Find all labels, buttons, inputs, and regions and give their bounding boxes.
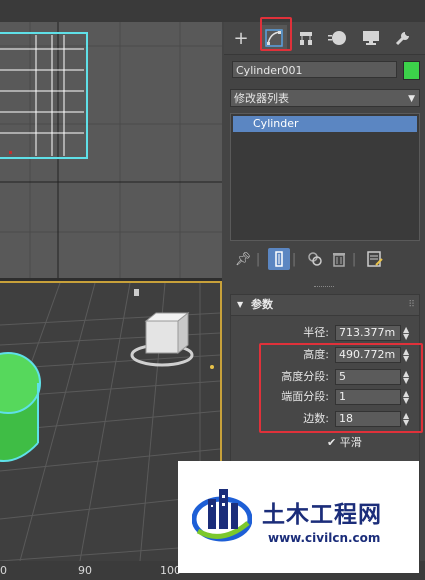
show-end-result-button[interactable]	[268, 248, 290, 270]
parameters-rollout-header[interactable]: ▼ 参数 ⠿	[231, 295, 419, 316]
watermark-url: www.civilcn.com	[268, 531, 381, 545]
end-result-icon	[275, 251, 283, 267]
tab-motion[interactable]	[325, 25, 351, 51]
sides-label: 边数:	[303, 412, 329, 425]
top-menu-strip	[0, 0, 425, 22]
watermark-title: 土木工程网	[262, 502, 382, 528]
hierarchy-icon	[300, 32, 312, 45]
timeline-tick: 0	[0, 564, 7, 577]
tab-display[interactable]	[358, 25, 384, 51]
tab-hierarchy[interactable]	[293, 25, 319, 51]
configure-icon	[367, 251, 383, 267]
parameters-rollout-title: 参数	[251, 298, 273, 311]
rollout-separator[interactable]	[314, 286, 334, 289]
tab-create[interactable]: +	[228, 25, 254, 51]
dropdown-arrow-icon: ▼	[408, 94, 415, 104]
toolbar-separator: |	[255, 251, 261, 267]
sides-spinner-icon[interactable]: ▲ ▼	[403, 412, 409, 427]
modify-tab-highlight	[260, 17, 292, 51]
civilcn-logo	[192, 489, 252, 542]
modifier-list-label: 修改器列表	[234, 92, 289, 105]
tab-utilities[interactable]	[390, 25, 416, 51]
radius-input[interactable]: 713.377m	[335, 325, 401, 341]
param-radius: 半径: 713.377m ▲ ▼	[231, 325, 419, 341]
plus-icon: +	[233, 27, 249, 49]
pin-icon: 📌︎	[234, 251, 252, 267]
smooth-label: 平滑	[339, 436, 362, 449]
command-panel-tabs: +	[224, 17, 425, 55]
remove-modifier-button[interactable]	[328, 248, 350, 270]
viewport-top[interactable]	[0, 22, 222, 278]
wrench-icon	[395, 32, 409, 46]
watermark: 土木工程网 www.civilcn.com	[178, 461, 419, 573]
smooth-checkbox[interactable]: ✔ 平滑	[327, 435, 362, 451]
viewport-top-grid	[0, 22, 222, 278]
collapse-triangle-icon: ▼	[237, 300, 244, 309]
drag-grip-icon: ⠿	[408, 300, 415, 310]
toolbar-separator: |	[291, 251, 297, 267]
sides-input[interactable]: 18	[335, 411, 401, 427]
trash-icon	[333, 253, 345, 267]
cylinder-top-wireframe	[0, 32, 88, 159]
stack-toolbar: 📌︎ | | |	[230, 248, 420, 272]
radius-spinner-icon[interactable]: ▲ ▼	[403, 326, 409, 341]
motion-icon	[328, 31, 346, 45]
toolbar-separator: |	[351, 251, 357, 267]
param-sides: 边数: 18 ▲ ▼	[231, 411, 419, 427]
configure-modifier-sets-button[interactable]	[364, 248, 386, 270]
make-unique-button[interactable]	[304, 248, 326, 270]
object-color-swatch[interactable]	[403, 61, 420, 80]
modifier-list-dropdown[interactable]: 修改器列表 ▼	[230, 89, 420, 107]
object-name-input[interactable]: Cylinder001	[232, 61, 397, 78]
cylinder-object	[0, 352, 41, 462]
param-smooth: ✔ 平滑	[231, 435, 419, 451]
modifier-stack[interactable]: Cylinder	[230, 113, 420, 241]
pin-stack-button[interactable]: 📌︎	[232, 248, 254, 270]
display-monitor-icon	[363, 31, 379, 45]
radius-label: 半径:	[303, 326, 329, 339]
stack-item-cylinder[interactable]: Cylinder	[233, 116, 417, 132]
make-unique-icon	[308, 252, 322, 266]
timeline-tick: 90	[78, 564, 92, 577]
